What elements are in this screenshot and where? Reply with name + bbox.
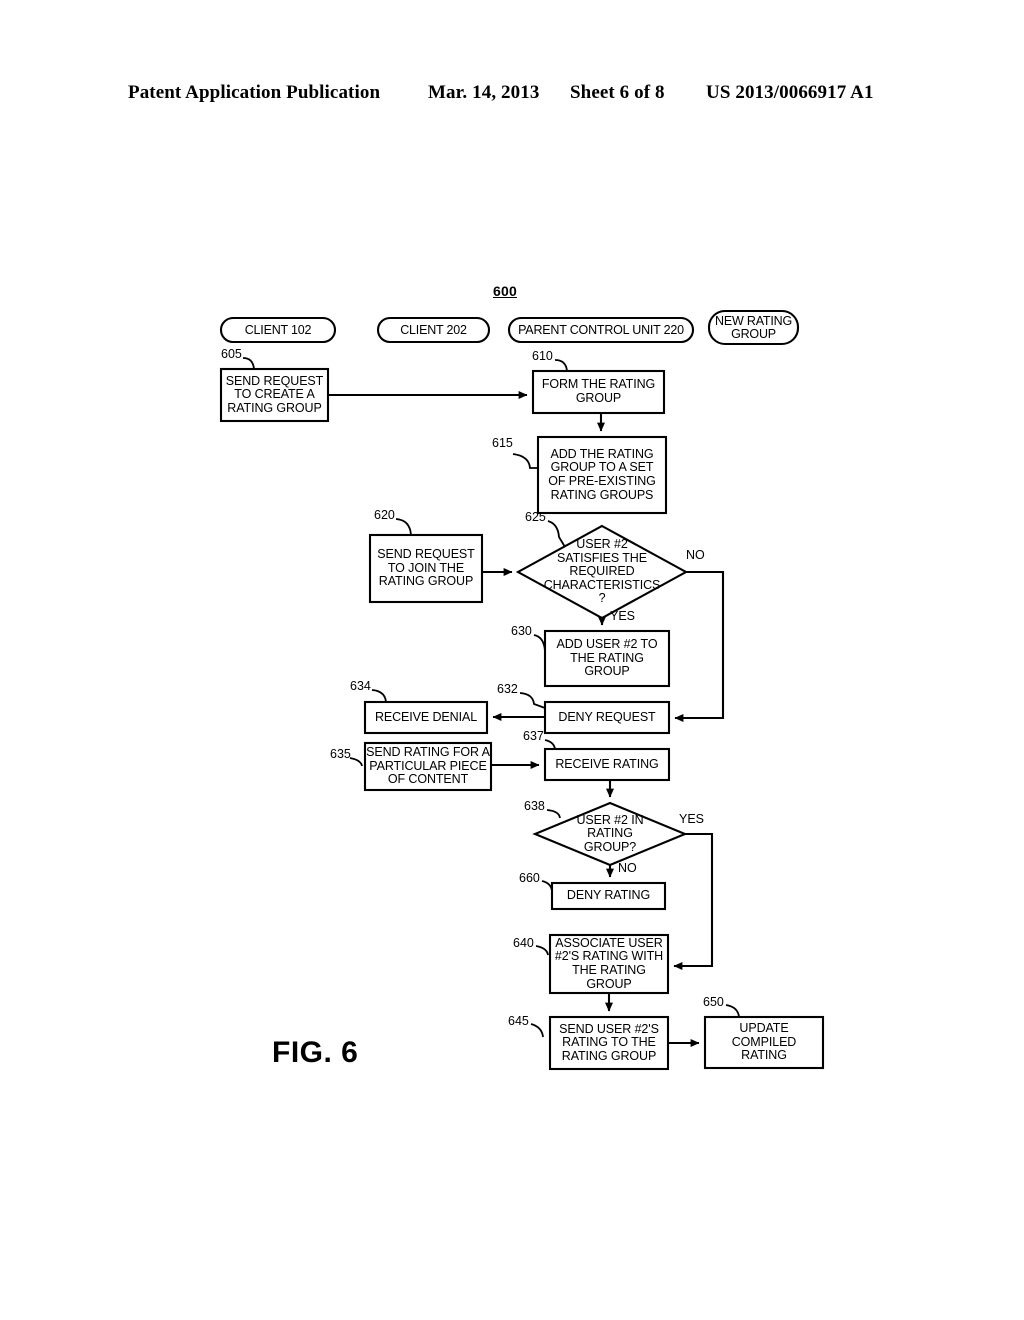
- ref-635: 635: [330, 747, 351, 761]
- lane-label-client-202: CLIENT 202: [400, 322, 467, 337]
- node-label-635: SEND RATING FOR A PARTICULAR PIECE OF CO…: [366, 745, 490, 787]
- lane-label-new-rating-group: NEW RATING GROUP: [715, 313, 792, 341]
- node-label-620: SEND REQUEST TO JOIN THE RATING GROUP: [377, 547, 475, 589]
- node-label-634: RECEIVE DENIAL: [374, 709, 478, 724]
- leader-640: [535, 945, 549, 956]
- node-label-610: FORM THE RATING GROUP: [541, 377, 656, 405]
- leader-605: [242, 357, 255, 370]
- node-label-650: UPDATE COMPILED RATING: [731, 1021, 797, 1063]
- node-label-660: DENY RATING: [566, 888, 651, 903]
- node-label-638: USER #2 IN RATING GROUP?: [576, 812, 644, 854]
- ref-610: 610: [532, 349, 553, 363]
- leader-620: [395, 518, 412, 536]
- node-label-615: ADD THE RATING GROUP TO A SET OF PRE-EXI…: [548, 446, 656, 502]
- leader-615: [512, 453, 538, 469]
- ref-615: 615: [492, 436, 513, 450]
- lane-label-client-102: CLIENT 102: [244, 322, 312, 337]
- flowchart-figure: 600 CLIENT 102 CLIENT 202 PARENT CONTROL…: [0, 0, 1024, 1320]
- edge-label-625-no: NO: [686, 548, 705, 562]
- ref-632: 632: [497, 682, 518, 696]
- node-label-632: DENY REQUEST: [558, 709, 656, 724]
- node-label-637: RECEIVE RATING: [555, 756, 659, 771]
- leader-630: [533, 634, 546, 652]
- node-label-625: USER #2 SATISFIES THE REQUIRED CHARACTER…: [543, 537, 661, 606]
- node-label-605: SEND REQUEST TO CREATE A RATING GROUP: [225, 373, 324, 415]
- node-label-630: ADD USER #2 TO THE RATING GROUP: [556, 637, 658, 679]
- ref-650: 650: [703, 995, 724, 1009]
- node-label-645: SEND USER #2'S RATING TO THE RATING GROU…: [559, 1021, 659, 1063]
- node-label-640: ASSOCIATE USER #2'S RATING WITH THE RATI…: [554, 935, 664, 991]
- ref-638: 638: [524, 799, 545, 813]
- ref-605: 605: [221, 347, 242, 361]
- ref-640: 640: [513, 936, 534, 950]
- lane-label-parent-control-unit: PARENT CONTROL UNIT 220: [518, 322, 684, 337]
- ref-645: 645: [508, 1014, 529, 1028]
- leader-645: [530, 1023, 544, 1038]
- ref-620: 620: [374, 508, 395, 522]
- ref-637: 637: [523, 729, 544, 743]
- ref-660: 660: [519, 871, 540, 885]
- figure-caption: FIG. 6: [272, 1036, 359, 1069]
- edge-label-625-yes: YES: [610, 609, 636, 623]
- ref-630: 630: [511, 624, 532, 638]
- edge-label-638-yes: YES: [679, 812, 705, 826]
- edge-label-638-no: NO: [618, 861, 637, 875]
- figure-number: 600: [493, 283, 517, 299]
- leader-650: [725, 1004, 740, 1018]
- flowchart-geometry: [219, 309, 825, 1071]
- leader-660: [541, 880, 553, 892]
- leader-610: [554, 359, 568, 372]
- leader-635: [349, 757, 363, 767]
- leader-637: [544, 739, 556, 750]
- leader-632: [519, 692, 546, 709]
- ref-625: 625: [525, 510, 546, 524]
- ref-634: 634: [350, 679, 371, 693]
- leader-634: [371, 689, 387, 703]
